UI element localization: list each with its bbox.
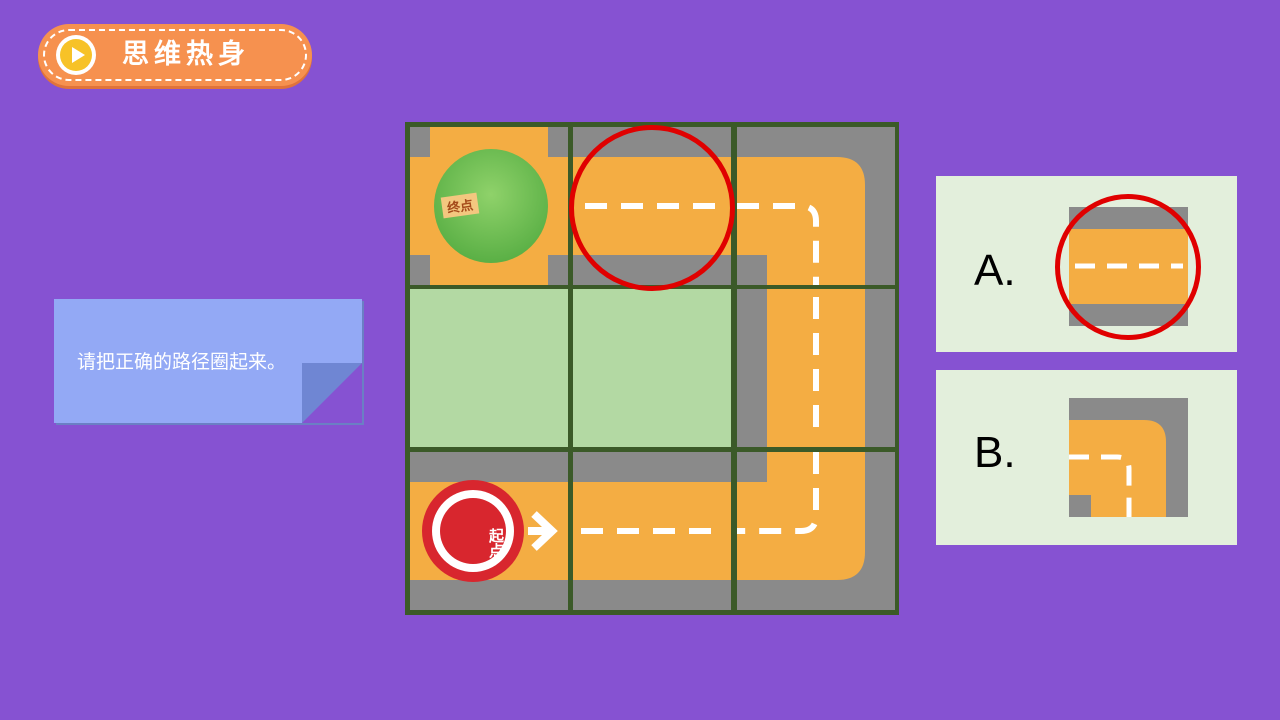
tile-start: 起点 <box>410 452 568 610</box>
tile-grass <box>410 289 568 447</box>
tile-curve-top-right <box>737 127 895 285</box>
arrow-right-icon <box>528 511 558 551</box>
tile-end: 终点 <box>410 127 568 285</box>
end-label: 终点 <box>440 192 480 219</box>
option-b-label: B. <box>974 428 1016 477</box>
curve-road-tile <box>1069 398 1188 517</box>
option-b[interactable]: B. <box>936 370 1237 545</box>
option-a[interactable]: A. <box>936 176 1237 352</box>
answer-circle-highlight <box>569 125 735 291</box>
page-curl <box>302 363 362 423</box>
instruction-note: 请把正确的路径圈起来。 <box>54 299 362 423</box>
answer-circle-highlight <box>1055 194 1201 340</box>
instruction-text: 请把正确的路径圈起来。 <box>77 351 287 373</box>
tile-straight-vertical <box>737 289 895 447</box>
section-title: 思维热身 <box>122 39 250 70</box>
end-point-icon: 终点 <box>434 149 548 263</box>
road-puzzle-grid: 终点 起点 <box>405 122 899 615</box>
tile-curve-bottom-right <box>737 452 895 610</box>
tile-grass <box>573 289 731 447</box>
section-badge: 思维热身 <box>38 24 312 86</box>
tile-straight-bottom <box>573 452 731 610</box>
option-a-label: A. <box>974 246 1016 295</box>
play-icon[interactable] <box>56 35 96 75</box>
